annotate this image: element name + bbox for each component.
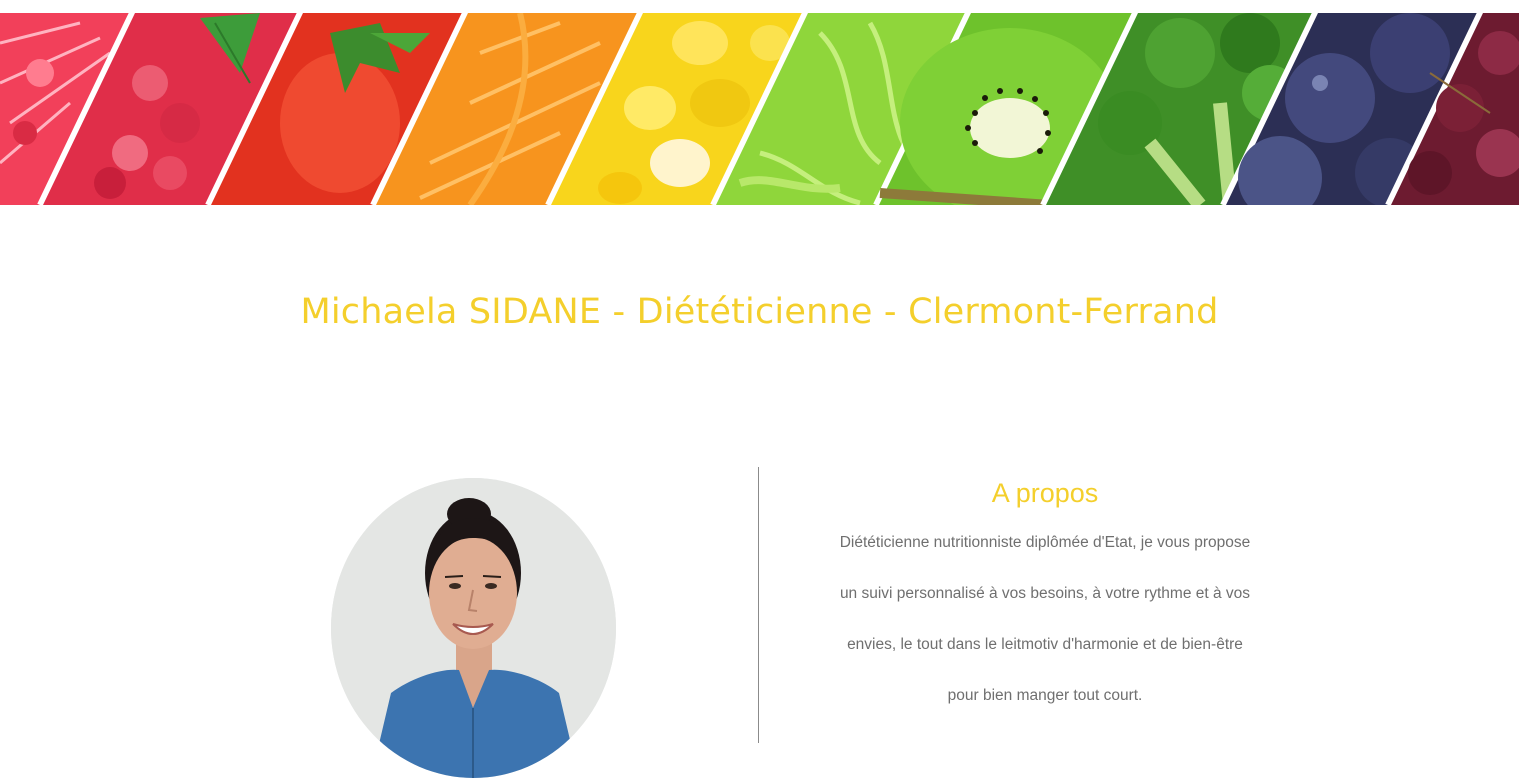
about-line: un suivi personnalisé à vos besoins, à v…: [839, 585, 1251, 602]
profile-photo: [331, 478, 616, 778]
page-title: Michaela SIDANE - Diététicienne - Clermo…: [300, 292, 1219, 332]
about-section: A propos Diététicienne nutritionniste di…: [780, 476, 1310, 738]
about-line: pour bien manger tout court.: [947, 687, 1143, 704]
about-line: Diététicienne nutritionniste diplômée d'…: [839, 534, 1251, 551]
fruit-banner: [0, 13, 1519, 205]
about-paragraph: Diététicienne nutritionniste diplômée d'…: [780, 534, 1310, 738]
section-divider: [758, 467, 759, 743]
about-heading: A propos: [991, 478, 1099, 508]
about-line: envies, le tout dans le leitmotiv d'harm…: [847, 636, 1243, 653]
